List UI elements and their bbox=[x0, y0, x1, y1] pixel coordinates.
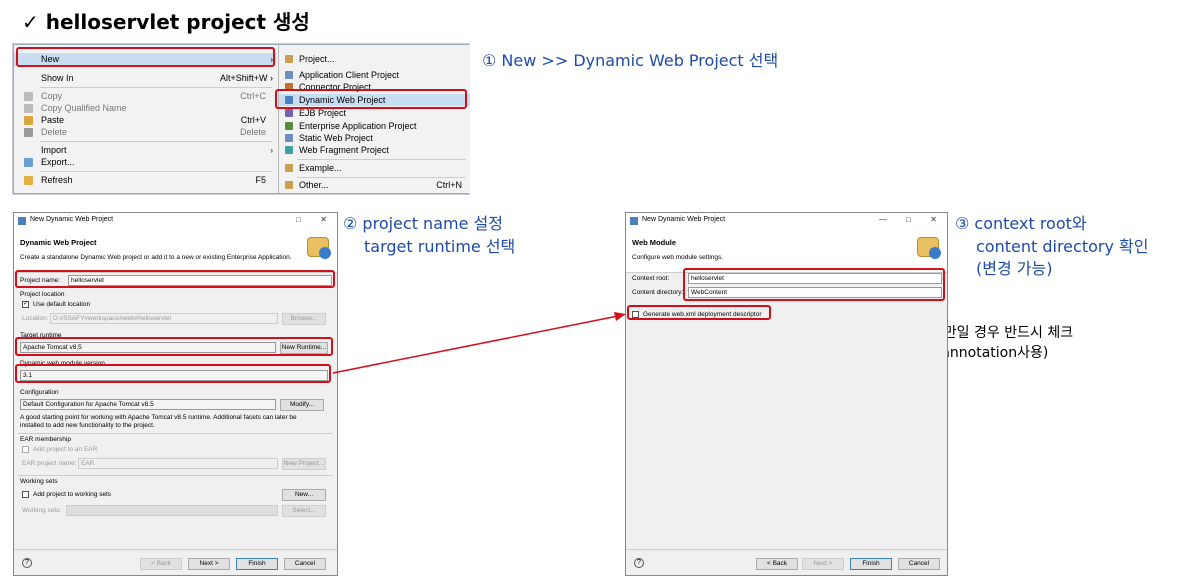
connector-arrow bbox=[332, 312, 626, 374]
arrow-head-icon bbox=[614, 312, 626, 321]
arrow-line bbox=[332, 315, 619, 374]
